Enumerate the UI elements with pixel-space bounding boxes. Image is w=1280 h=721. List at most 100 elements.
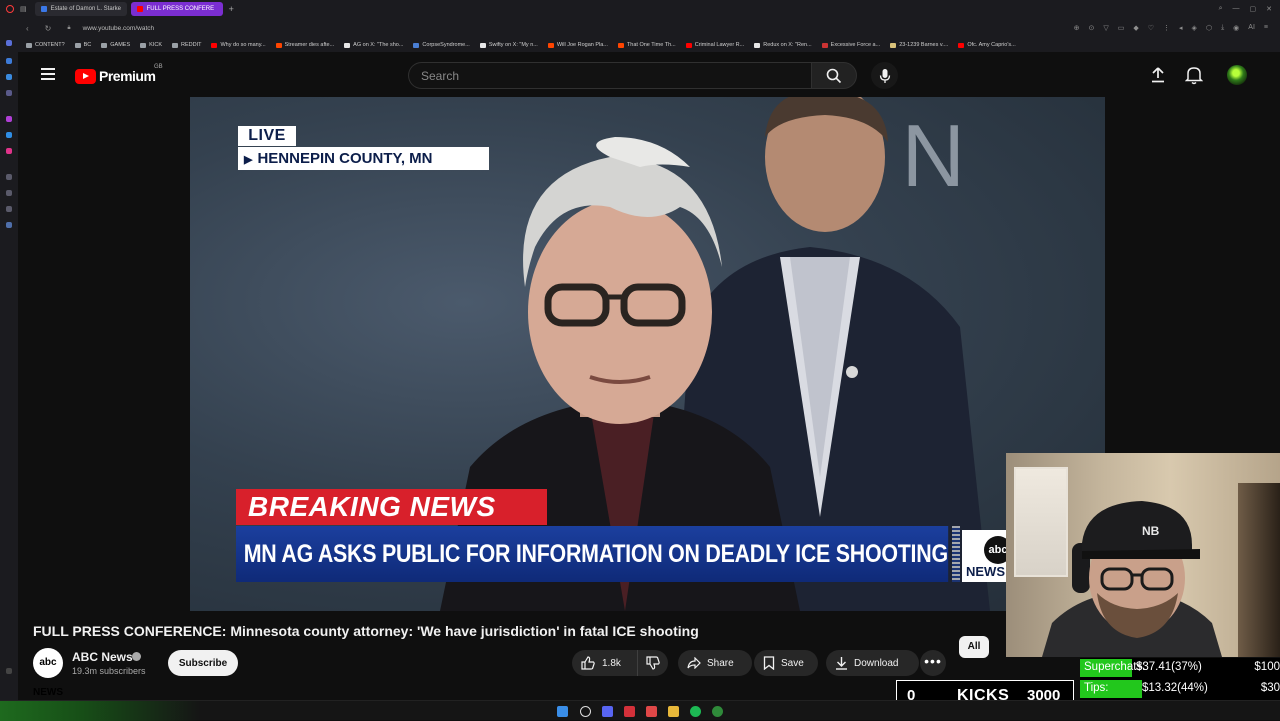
goal-row: Superchats: $37.41(37%) $100 <box>1080 658 1280 678</box>
doc-icon <box>890 42 897 48</box>
sidebar-extensions-icon[interactable] <box>6 206 12 212</box>
bookmark-label: AG on X: "The sho... <box>353 42 404 48</box>
puzzle-icon[interactable]: ⬡ <box>1206 24 1212 32</box>
like-button[interactable]: 1.8k <box>572 650 638 676</box>
bookmark-item[interactable]: CONTENT? <box>26 42 65 48</box>
opera-logo-icon[interactable] <box>6 5 14 13</box>
reload-icon[interactable]: ↻ <box>45 24 52 33</box>
video-player[interactable]: NN LIVE ▶ HENNEPIN COUNTY, MN BREAKING NE… <box>190 97 1105 611</box>
flag-icon <box>821 42 828 48</box>
discord-icon[interactable] <box>602 706 613 717</box>
bookmark-item[interactable]: KICK <box>140 42 162 48</box>
zoom-icon[interactable]: ⊕ <box>1074 24 1080 32</box>
channel-avatar[interactable]: abc NEWS <box>33 648 63 698</box>
ai-icon[interactable]: AI <box>1248 24 1255 32</box>
back-icon[interactable]: ‹ <box>26 24 29 33</box>
youtube-play-icon <box>75 68 96 84</box>
voice-search-button[interactable] <box>871 62 898 89</box>
sidebar-gear-icon[interactable] <box>6 222 12 228</box>
sidebar-more-icon[interactable] <box>6 668 12 674</box>
bookmark-item[interactable]: REDDIT <box>172 42 201 48</box>
verified-badge-icon <box>132 652 141 661</box>
cube-icon[interactable]: ◈ <box>1192 24 1197 32</box>
bookmark-item[interactable]: AG on X: "The sho... <box>344 42 403 48</box>
minimize-icon[interactable]: — <box>1233 5 1240 13</box>
bookmark-item[interactable]: CorpseSyndrome... <box>413 42 470 48</box>
account-icon[interactable]: ◉ <box>1233 24 1239 32</box>
bookmark-item[interactable]: GAMES <box>101 42 130 48</box>
bookmark-item[interactable]: Ofc. Amy Caprio's... <box>958 42 1016 48</box>
sidebar-history-icon[interactable] <box>6 90 12 96</box>
url-field[interactable]: www.youtube.com/watch <box>83 25 155 32</box>
notifications-bell-icon[interactable] <box>1185 65 1203 85</box>
like-dislike-group: 1.8k <box>572 650 668 676</box>
bookmark-item[interactable]: BC <box>74 42 91 48</box>
save-button[interactable]: Save <box>754 650 818 676</box>
more-actions-button[interactable]: ••• <box>920 650 946 676</box>
bookmark-item[interactable]: That One Time Th... <box>617 42 676 48</box>
tab-estate[interactable]: Estate of Damon L. Starke <box>34 2 127 16</box>
xbox-icon[interactable] <box>712 706 723 717</box>
abc-news-logo-tile: abc NEWS <box>962 530 1010 582</box>
webcam-chair-edge <box>1238 483 1280 657</box>
start-windows-icon[interactable] <box>557 706 568 717</box>
bookmark-item[interactable]: Will Joe Rogan Pla... <box>547 42 608 48</box>
sidebar-twitch-icon[interactable] <box>6 116 12 122</box>
folder-icon <box>74 42 81 48</box>
sidebar-instagram-icon[interactable] <box>6 148 12 154</box>
maximize-icon[interactable]: ▢ <box>1250 5 1257 13</box>
sidebar-bookmarks-icon[interactable] <box>6 58 12 64</box>
sidebar-messenger-2-icon[interactable] <box>6 132 12 138</box>
new-tab-icon[interactable]: + <box>229 4 234 14</box>
sidebar-speed-dial-icon[interactable] <box>6 40 12 46</box>
bookmark-item[interactable]: Excessive Force a... <box>821 42 880 48</box>
file-explorer-icon[interactable] <box>668 706 679 717</box>
opera-taskbar-icon[interactable] <box>624 706 635 717</box>
search-button[interactable] <box>811 62 857 89</box>
close-icon[interactable]: ✕ <box>1266 5 1272 13</box>
opera-gx-icon[interactable] <box>646 706 657 717</box>
subscribe-button[interactable]: Subscribe <box>168 650 238 676</box>
goal-label: Tips: <box>1084 682 1109 694</box>
chip-all[interactable]: All <box>959 636 989 658</box>
youtube-logo[interactable]: Premium <box>75 68 156 84</box>
snapshot-icon[interactable]: ⊙ <box>1088 24 1094 32</box>
news-headline-bar: MN AG ASKS PUBLIC FOR INFORMATION ON DEA… <box>236 526 949 582</box>
sidebar-messenger-icon[interactable] <box>6 74 12 80</box>
search-input[interactable] <box>421 68 791 83</box>
browser-menu-icon[interactable]: ≡ <box>1264 24 1268 32</box>
bookmark-item[interactable]: 23-1239 Barnes v.... <box>890 42 948 48</box>
share-button[interactable]: Share <box>678 650 752 676</box>
search-tabs-icon[interactable]: ⌕ <box>1219 5 1223 13</box>
workspaces-icon[interactable]: ▤ <box>20 5 27 13</box>
goal-value: $37.41(37%) <box>1136 661 1202 673</box>
youtube-brand: Premium <box>99 68 156 84</box>
youtube-icon <box>211 42 218 48</box>
sidebar-downloads-icon[interactable] <box>6 190 12 196</box>
bookmark-item[interactable]: Criminal Lawyer R... <box>685 42 744 48</box>
bookmark-item[interactable]: Swifty on X: "My n... <box>479 42 538 48</box>
player-icon[interactable]: ◂ <box>1179 24 1183 32</box>
bookmark-item[interactable]: Redux on X: "Ren... <box>754 42 812 48</box>
download-tray-icon[interactable]: ⤓ <box>1221 24 1224 32</box>
pin-icon[interactable]: ▽ <box>1103 24 1108 32</box>
upload-icon[interactable] <box>1149 66 1167 84</box>
heart-icon[interactable]: ♡ <box>1148 24 1154 32</box>
shield-icon[interactable]: ◆ <box>1133 24 1138 32</box>
hamburger-menu-icon[interactable] <box>41 68 55 80</box>
youtube-icon <box>685 42 692 48</box>
channel-name[interactable]: ABC News <box>72 650 133 664</box>
location-lower-third: ▶ HENNEPIN COUNTY, MN <box>238 147 489 170</box>
spotify-icon[interactable] <box>690 706 701 717</box>
bookmark-item[interactable]: Why do so many... <box>211 42 266 48</box>
download-button[interactable]: Download <box>826 650 919 676</box>
menu-dots-icon[interactable]: ⋮ <box>1163 24 1170 32</box>
tab-youtube-active[interactable]: FULL PRESS CONFERE <box>130 2 223 16</box>
thumbs-down-icon[interactable] <box>646 656 660 670</box>
wallet-icon[interactable]: ▭ <box>1118 24 1125 32</box>
site-info-icon[interactable]: 🔒︎ <box>67 25 70 32</box>
sidebar-settings-icon[interactable] <box>6 174 12 180</box>
taskbar-search-icon[interactable] <box>580 706 591 717</box>
bookmark-item[interactable]: Streamer dies afte... <box>275 42 334 48</box>
user-avatar[interactable] <box>1227 65 1247 85</box>
